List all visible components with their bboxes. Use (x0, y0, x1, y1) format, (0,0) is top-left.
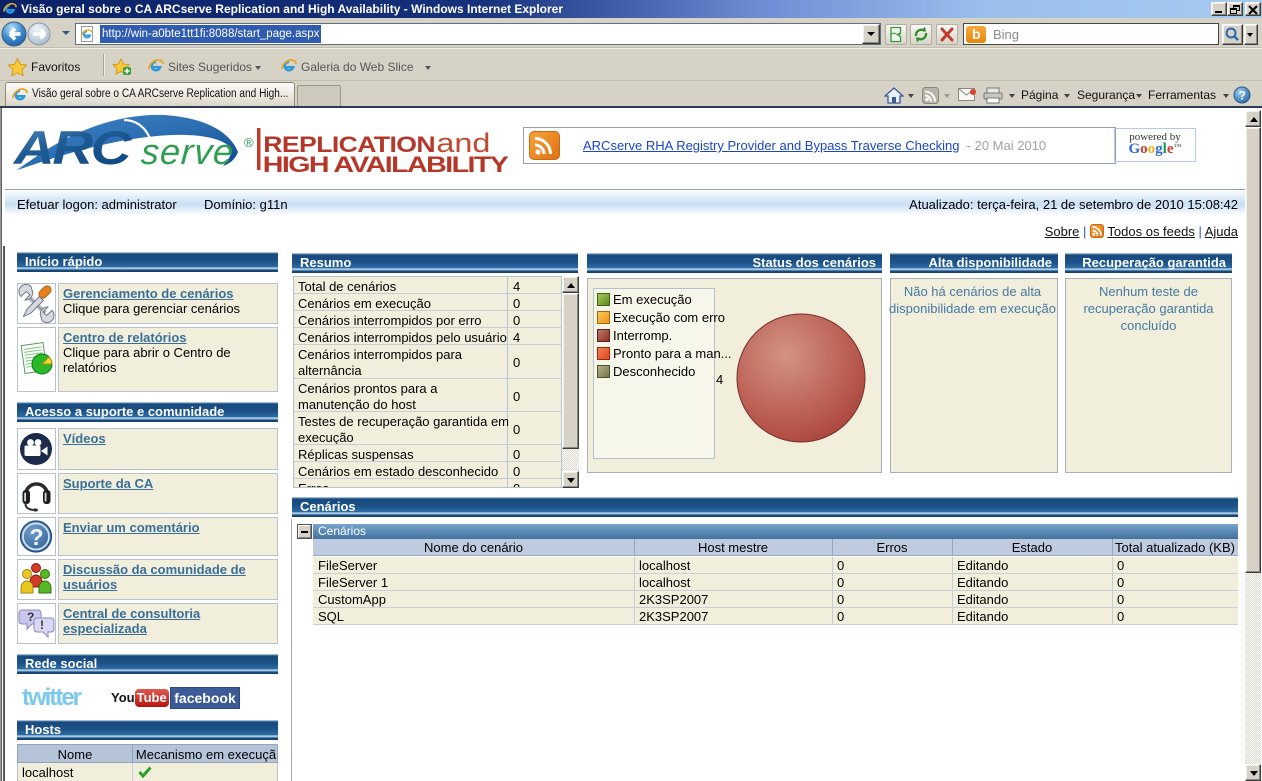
svg-text:!: ! (40, 618, 44, 632)
svg-text:®: ® (244, 135, 254, 150)
svg-text:ARC: ARC (12, 122, 133, 175)
svg-text:?: ? (1239, 89, 1246, 103)
svg-text:?: ? (27, 610, 34, 624)
svg-text:serve: serve (140, 131, 236, 172)
svg-text:?: ? (30, 524, 44, 550)
svg-text:HIGH AVAILABILITY: HIGH AVAILABILITY (263, 153, 509, 176)
